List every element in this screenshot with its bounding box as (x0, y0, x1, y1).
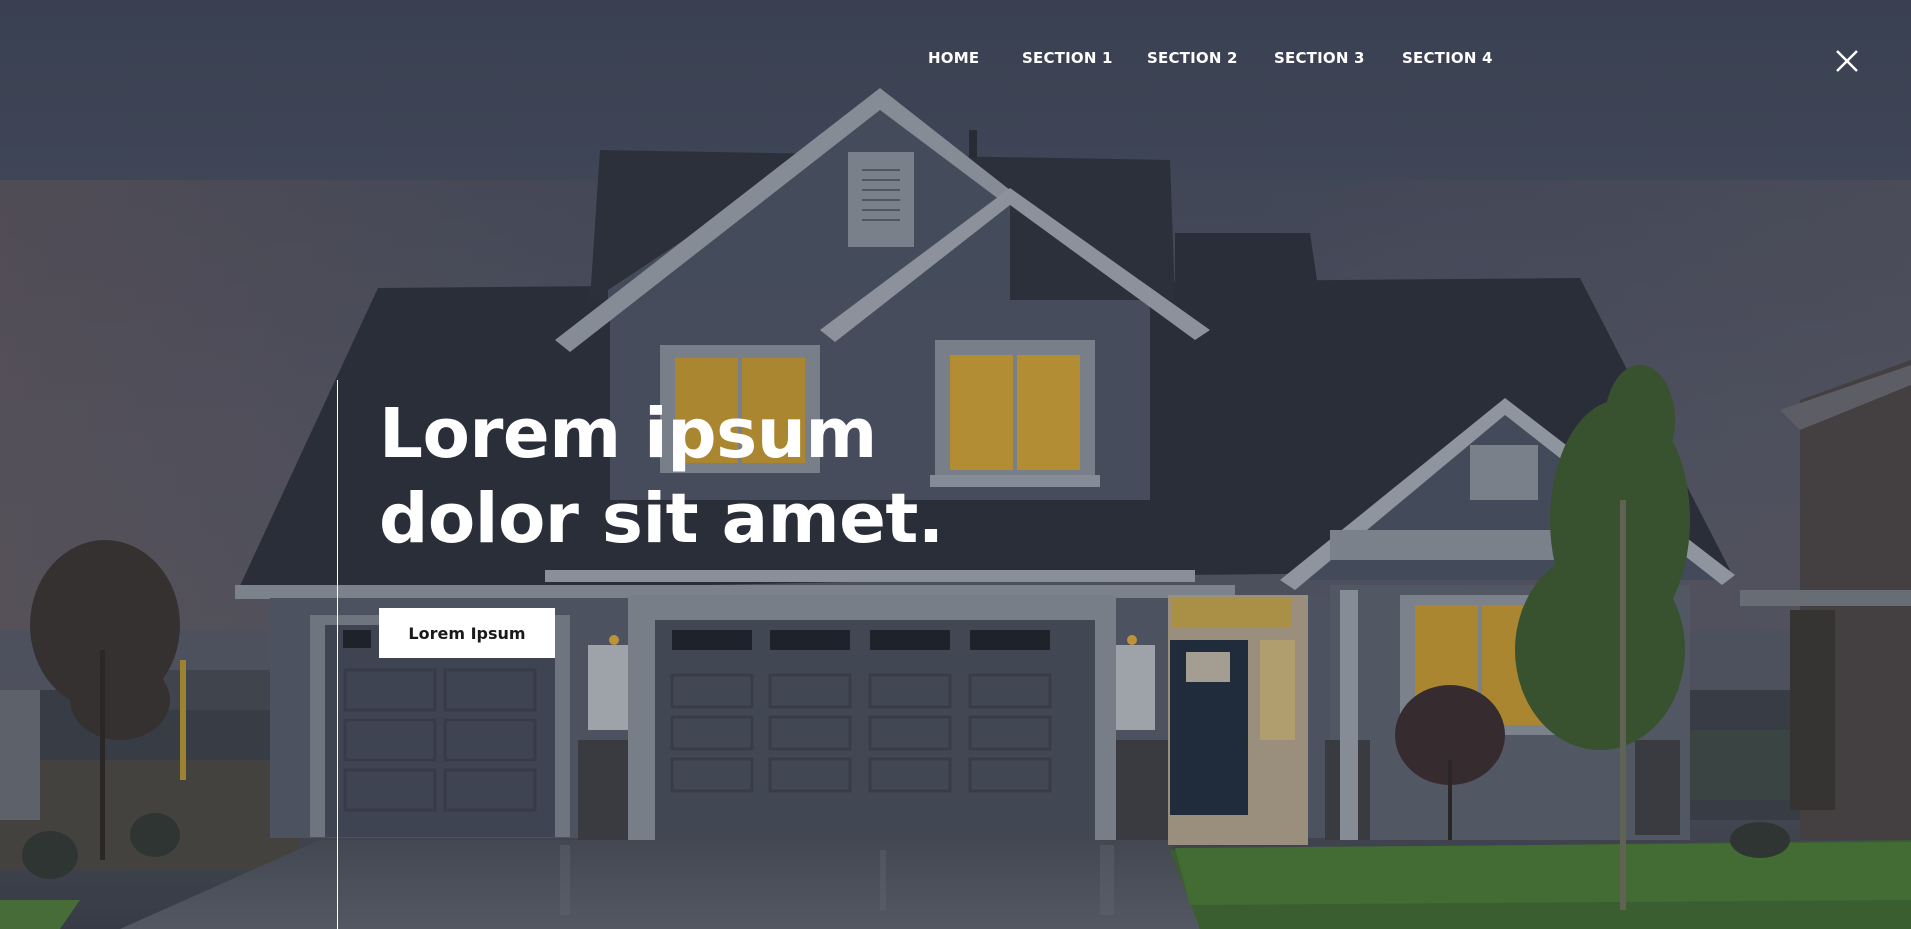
nav-item-home[interactable]: HOME (928, 47, 979, 69)
cta-button[interactable]: Lorem Ipsum (379, 608, 555, 658)
hero-background-image (0, 0, 1911, 929)
nav-item-section-4[interactable]: SECTION 4 (1402, 47, 1493, 69)
hero-headline: Lorem ipsum dolor sit amet. (379, 392, 944, 562)
hero-headline-line-2: dolor sit amet. (379, 479, 944, 559)
close-icon (1836, 50, 1858, 72)
hero-headline-line-1: Lorem ipsum (379, 394, 877, 474)
nav-item-section-1[interactable]: SECTION 1 (1022, 47, 1113, 69)
accent-divider-line (337, 380, 338, 929)
main-navigation: HOME SECTION 1 SECTION 2 SECTION 3 SECTI… (0, 47, 1911, 71)
nav-item-section-2[interactable]: SECTION 2 (1147, 47, 1238, 69)
close-button[interactable] (1832, 46, 1862, 76)
nav-item-section-3[interactable]: SECTION 3 (1274, 47, 1365, 69)
hero-section: HOME SECTION 1 SECTION 2 SECTION 3 SECTI… (0, 0, 1911, 929)
